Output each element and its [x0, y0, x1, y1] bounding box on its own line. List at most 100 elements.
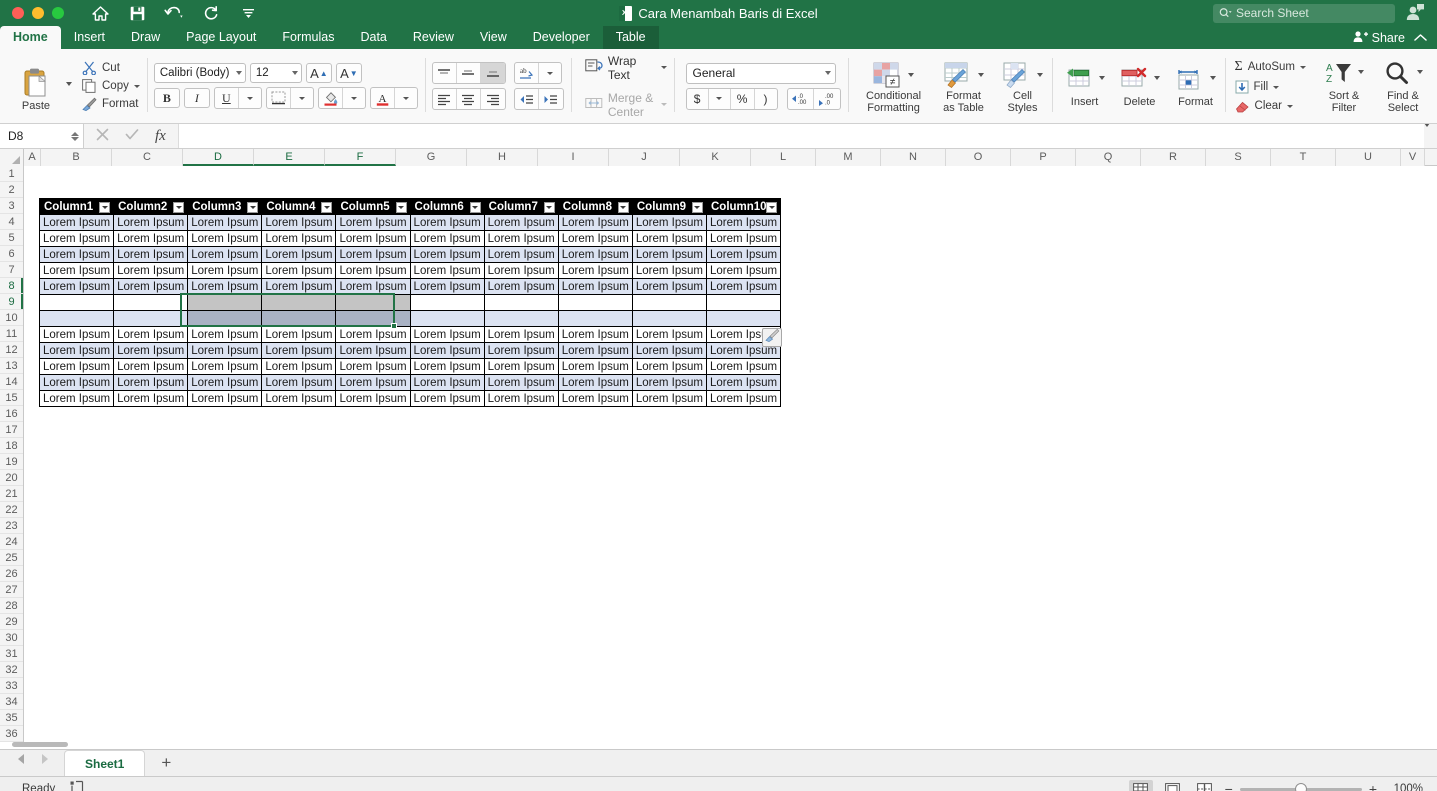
italic-button[interactable]: I: [183, 88, 210, 108]
table-cell[interactable]: Lorem Ipsum: [113, 214, 189, 231]
column-header-N[interactable]: N: [881, 149, 946, 166]
row-header-18[interactable]: 18: [0, 438, 23, 454]
table-cell[interactable]: Lorem Ipsum: [705, 230, 782, 247]
number-format-select[interactable]: General: [685, 62, 836, 84]
align-right-button[interactable]: [481, 89, 505, 109]
fill-dropdown-icon[interactable]: [1273, 85, 1280, 89]
paste-options-button[interactable]: [762, 328, 782, 347]
text-orientation-button[interactable]: ab: [515, 63, 539, 83]
tab-home[interactable]: Home: [0, 26, 61, 49]
row-header-23[interactable]: 23: [0, 518, 23, 534]
font-size-select[interactable]: 12: [249, 63, 302, 83]
table-cell[interactable]: Lorem Ipsum: [557, 230, 633, 247]
table-cell[interactable]: Lorem Ipsum: [557, 326, 633, 343]
autosum-button[interactable]: Σ AutoSum: [1235, 59, 1306, 75]
zoom-track[interactable]: [1239, 783, 1362, 791]
align-center-button[interactable]: [457, 89, 481, 109]
page-break-view-button[interactable]: [1193, 780, 1217, 791]
row-header-12[interactable]: 12: [0, 342, 23, 358]
grid-cells[interactable]: Column1 Column2 Column3 Column4 Column5 Colum…: [24, 166, 1437, 742]
table-cell[interactable]: Lorem Ipsum: [261, 246, 337, 263]
table-cell[interactable]: Lorem Ipsum: [335, 246, 411, 263]
table-cell[interactable]: Lorem Ipsum: [187, 278, 263, 295]
column-header-U[interactable]: U: [1336, 149, 1401, 166]
cell-styles-dropdown-icon[interactable]: [1037, 72, 1044, 77]
filter-dropdown-icon[interactable]: [691, 202, 703, 213]
align-left-button[interactable]: [433, 89, 457, 109]
row-header-10[interactable]: 10: [0, 310, 23, 326]
table-cell[interactable]: Lorem Ipsum: [409, 374, 485, 391]
table-cell[interactable]: Lorem Ipsum: [483, 390, 559, 407]
table-cell[interactable]: Lorem Ipsum: [705, 358, 782, 375]
column-header-T[interactable]: T: [1271, 149, 1336, 166]
table-cell[interactable]: Lorem Ipsum: [705, 278, 782, 295]
insert-cells-button[interactable]: Insert: [1064, 65, 1106, 108]
triangle-right-icon[interactable]: [40, 752, 50, 770]
table-cell[interactable]: Lorem Ipsum: [113, 326, 189, 343]
table-cell[interactable]: Lorem Ipsum: [335, 342, 411, 359]
table-cell[interactable]: Lorem Ipsum: [631, 342, 707, 359]
table-cell[interactable]: Lorem Ipsum: [483, 214, 559, 231]
table-cell[interactable]: Lorem Ipsum: [261, 326, 337, 343]
table-cell[interactable]: [187, 310, 263, 327]
borders-button[interactable]: [267, 88, 291, 108]
customize-toolbar-icon[interactable]: [238, 3, 258, 23]
undo-icon[interactable]: [164, 3, 184, 23]
row-header-6[interactable]: 6: [0, 246, 23, 262]
table-cell[interactable]: [483, 310, 559, 327]
table-cell[interactable]: Lorem Ipsum: [38, 278, 115, 295]
copy-dropdown-icon[interactable]: [133, 84, 140, 88]
table-cell[interactable]: Lorem Ipsum: [483, 230, 559, 247]
collapse-ribbon-icon[interactable]: [1414, 31, 1427, 45]
table-cell[interactable]: Lorem Ipsum: [113, 374, 189, 391]
table-cell[interactable]: Lorem Ipsum: [705, 390, 782, 407]
row-header-35[interactable]: 35: [0, 710, 23, 726]
tab-insert[interactable]: Insert: [61, 26, 118, 49]
table-cell[interactable]: Lorem Ipsum: [631, 358, 707, 375]
cut-button[interactable]: Cut: [82, 61, 140, 75]
align-middle-button[interactable]: [457, 63, 481, 83]
table-cell[interactable]: Lorem Ipsum: [38, 230, 115, 247]
tab-formulas[interactable]: Formulas: [269, 26, 347, 49]
minimize-window-button[interactable]: [32, 7, 44, 19]
conditional-formatting-button[interactable]: ≠ Conditional Formatting: [861, 59, 927, 114]
delete-cells-button[interactable]: Delete: [1118, 65, 1162, 108]
table-cell[interactable]: Lorem Ipsum: [187, 214, 263, 231]
autosum-dropdown-icon[interactable]: [1300, 65, 1306, 69]
row-header-4[interactable]: 4: [0, 214, 23, 230]
column-header-R[interactable]: R: [1141, 149, 1206, 166]
paste-button[interactable]: Paste: [12, 68, 60, 112]
table-cell[interactable]: [705, 294, 782, 311]
column-header-E[interactable]: E: [254, 149, 325, 166]
find-select-button[interactable]: Find & Select: [1382, 59, 1430, 114]
table-cell[interactable]: Lorem Ipsum: [705, 246, 782, 263]
currency-format-button[interactable]: $: [687, 88, 709, 109]
triangle-left-icon[interactable]: [16, 752, 26, 770]
select-all-button[interactable]: [0, 149, 24, 166]
table-cell[interactable]: [705, 310, 782, 327]
table-cell[interactable]: Lorem Ipsum: [261, 374, 337, 391]
table-cell[interactable]: Lorem Ipsum: [335, 390, 411, 407]
table-cell[interactable]: Lorem Ipsum: [113, 230, 189, 247]
increase-font-size-button[interactable]: A ▲: [305, 63, 332, 83]
table-cell[interactable]: [335, 310, 411, 327]
table-cell[interactable]: [409, 294, 485, 311]
table-cell[interactable]: Lorem Ipsum: [187, 390, 263, 407]
clear-dropdown-icon[interactable]: [1287, 104, 1294, 108]
table-cell[interactable]: [261, 294, 337, 311]
table-cell[interactable]: Lorem Ipsum: [38, 374, 115, 391]
table-cell[interactable]: [631, 310, 707, 327]
column-header-B[interactable]: B: [41, 149, 112, 166]
clear-button[interactable]: Clear: [1235, 99, 1306, 113]
table-cell[interactable]: Lorem Ipsum: [187, 246, 263, 263]
table-cell[interactable]: Lorem Ipsum: [38, 342, 115, 359]
row-header-33[interactable]: 33: [0, 678, 23, 694]
table-cell[interactable]: Lorem Ipsum: [631, 230, 707, 247]
table-cell[interactable]: Lorem Ipsum: [631, 246, 707, 263]
format-cells-dropdown-icon[interactable]: [1210, 75, 1217, 80]
formula-input[interactable]: [177, 124, 1424, 148]
close-window-button[interactable]: [12, 7, 24, 19]
format-painter-button[interactable]: Format: [82, 97, 140, 111]
insert-cells-dropdown-icon[interactable]: [1099, 75, 1106, 80]
normal-view-button[interactable]: [1128, 779, 1153, 791]
